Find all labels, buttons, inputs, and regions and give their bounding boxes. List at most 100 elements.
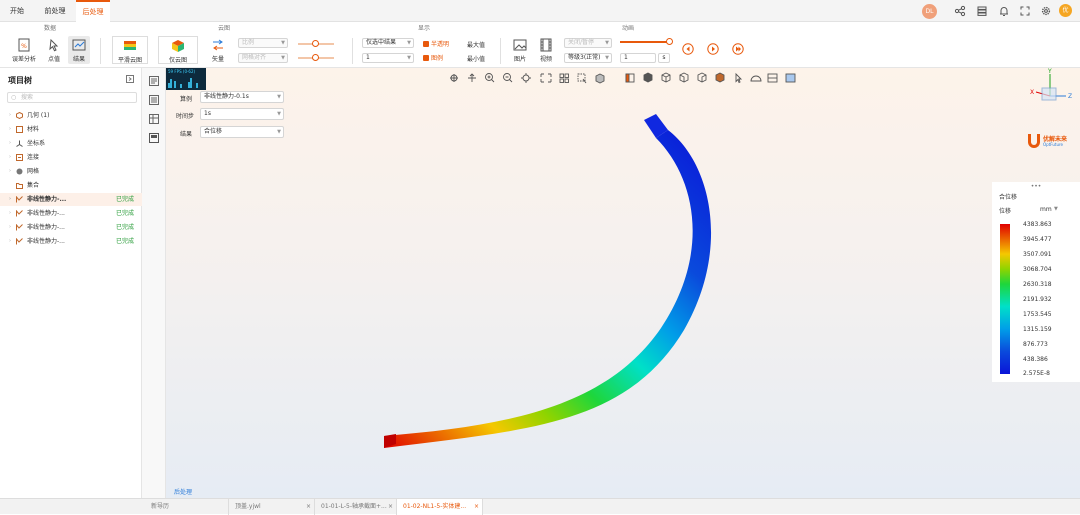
fps-monitor: 59 FPS (0-62) <box>166 68 206 90</box>
zoom-in-icon[interactable] <box>485 73 495 83</box>
clip-plane-icon[interactable] <box>767 73 778 83</box>
drag-handle-icon[interactable]: ••• <box>992 183 1080 190</box>
chart-icon <box>72 39 86 51</box>
top-view-icon[interactable] <box>661 72 671 83</box>
result-button[interactable]: 结果 <box>68 36 90 64</box>
tab-preprocess[interactable]: 前处理 <box>40 0 70 22</box>
min-value-toggle[interactable]: 最小值 <box>467 54 485 63</box>
list-icon[interactable] <box>149 95 159 105</box>
bell-icon[interactable] <box>998 5 1010 17</box>
move-icon[interactable] <box>468 73 476 82</box>
opacity-slider[interactable] <box>298 54 334 61</box>
tree-item-study-3[interactable]: › 非线性静力-... 已完成 <box>0 221 142 234</box>
tab-document-1[interactable]: 顶盖.yjwl × <box>229 499 315 515</box>
document-tab-bar: 新导历 顶盖.yjwl × 01-01-L-5-轴承截面+... × 01-02-N… <box>0 498 1080 515</box>
gear-icon[interactable] <box>1040 5 1052 17</box>
picture-button[interactable]: 图片 <box>510 38 530 63</box>
result-label: 结果 <box>72 56 85 63</box>
tree-item-mesh[interactable]: › 网格 <box>0 165 142 178</box>
avatar[interactable]: 优 <box>1059 4 1072 17</box>
left-view-icon[interactable] <box>679 72 689 83</box>
display-scope-dropdown[interactable]: 仅选中结果 ▼ <box>362 38 414 48</box>
tree-item-geometry[interactable]: › 几何 (1) <box>0 109 142 122</box>
user-badge-icon[interactable]: DL <box>922 4 937 19</box>
share-icon[interactable] <box>954 5 966 17</box>
display-number-input[interactable]: 1 ▼ <box>362 53 414 63</box>
tree-item-connection[interactable]: › 连接 <box>0 151 142 164</box>
background-icon[interactable] <box>785 73 796 83</box>
fem-model-render[interactable] <box>366 108 726 448</box>
zoom-out-icon[interactable] <box>503 73 513 83</box>
close-icon[interactable]: × <box>474 499 479 515</box>
tree-item-material[interactable]: › 材料 <box>0 123 142 136</box>
case-dropdown-text: 非线性静力-0.1s <box>204 93 249 100</box>
view-cube-icon[interactable] <box>1041 87 1057 101</box>
animation-level-dropdown[interactable]: 等级3(正常) ▼ <box>564 53 612 63</box>
report-icon[interactable] <box>149 133 159 143</box>
play-icon[interactable] <box>707 43 719 55</box>
box-select-icon[interactable] <box>559 73 569 83</box>
smooth-cloud-button[interactable]: 平滑云图 <box>112 36 148 64</box>
point-value-button[interactable]: 点值 <box>44 38 64 63</box>
video-button[interactable]: 视频 <box>536 38 556 63</box>
close-icon[interactable]: × <box>388 499 393 515</box>
tab-postprocess[interactable]: 后处理 <box>76 0 110 22</box>
deformed-beam[interactable] <box>384 130 712 448</box>
tab-navigation[interactable]: 新导历 <box>145 499 229 515</box>
tree-item-set[interactable]: 集合 <box>0 179 142 192</box>
result-type-dropdown[interactable]: 合位移 ▼ <box>200 126 284 138</box>
legend-quantity: 位移 <box>999 208 1012 215</box>
panel-toggle-icon[interactable] <box>149 76 159 86</box>
pan-icon[interactable] <box>450 74 458 82</box>
rotate-icon[interactable] <box>540 73 552 83</box>
scale-slider[interactable] <box>298 40 334 47</box>
rewind-icon[interactable] <box>682 43 694 55</box>
side-tool-strip <box>142 68 166 498</box>
time-step-dropdown[interactable]: 1s ▼ <box>200 108 284 120</box>
max-value-toggle[interactable]: 最大值 <box>467 40 485 49</box>
tree-item-coordinates[interactable]: › 坐标系 <box>0 137 142 150</box>
legend-value: 876.773 <box>1023 341 1048 348</box>
table-icon[interactable] <box>149 114 159 124</box>
iso-view-icon[interactable] <box>643 72 653 83</box>
bottom-view-icon[interactable] <box>715 72 725 83</box>
error-analysis-button[interactable]: % 误差分析 <box>10 38 38 63</box>
pick-icon[interactable] <box>735 72 743 84</box>
animation-progress-slider[interactable] <box>620 38 673 45</box>
tab-document-3[interactable]: 01-02-NL1-5-实体建... × <box>397 499 483 515</box>
legend-checkbox[interactable]: 图例 <box>423 53 443 62</box>
view-cube-icon[interactable] <box>595 73 605 84</box>
front-view-icon[interactable] <box>625 73 635 83</box>
search-input[interactable]: ○ 搜索 <box>7 92 137 103</box>
ribbon-toolbar: 数据 云图 显示 动画 % 误差分析 点值 结果 平滑云图 仅云图 矢量 比例 ▼… <box>0 22 1080 68</box>
study-icon <box>16 210 23 217</box>
chevron-right-icon: › <box>9 224 11 230</box>
right-view-icon[interactable] <box>697 72 707 83</box>
fullscreen-icon[interactable] <box>1019 5 1031 17</box>
vector-button[interactable]: 矢量 <box>208 38 228 63</box>
server-icon[interactable] <box>976 5 988 17</box>
grid-align-dropdown[interactable]: 网格对齐 ▼ <box>238 53 288 63</box>
tree-label: 非线性静力-... <box>27 238 65 245</box>
3d-viewport[interactable]: 59 FPS (0-62) 算例 非线性静力-0.1s ▼ 时间步 1s ▼ 结… <box>166 68 1080 498</box>
cloud-only-button[interactable]: 仅云图 <box>158 36 198 64</box>
tab-document-2[interactable]: 01-01-L-5-轴承截面+... × <box>315 499 397 515</box>
contour-icon <box>124 41 136 50</box>
chevron-right-icon: › <box>9 112 11 118</box>
scale-dropdown[interactable]: 比例 ▼ <box>238 38 288 48</box>
section-icon[interactable] <box>577 73 587 84</box>
measure-icon[interactable] <box>750 75 762 82</box>
tree-item-study-2[interactable]: › 非线性静力-... 已完成 <box>0 207 142 220</box>
fit-view-icon[interactable] <box>521 73 531 83</box>
transparent-checkbox[interactable]: 半透明 <box>423 39 449 48</box>
animation-mode-dropdown[interactable]: 关闭/暂停 ▼ <box>564 38 612 48</box>
case-dropdown[interactable]: 非线性静力-0.1s ▼ <box>200 91 284 103</box>
fast-forward-icon[interactable] <box>732 43 744 55</box>
tree-item-study-1[interactable]: › 非线性静力-... 已完成 <box>0 193 142 206</box>
tree-item-study-4[interactable]: › 非线性静力-... 已完成 <box>0 235 142 248</box>
close-icon[interactable]: × <box>306 499 311 515</box>
collapse-panel-icon[interactable] <box>126 75 134 83</box>
unit-dropdown-icon[interactable]: ▼ <box>1054 206 1058 212</box>
tab-start[interactable]: 开始 <box>4 0 30 22</box>
animation-interval-input[interactable]: 1 <box>620 53 656 63</box>
